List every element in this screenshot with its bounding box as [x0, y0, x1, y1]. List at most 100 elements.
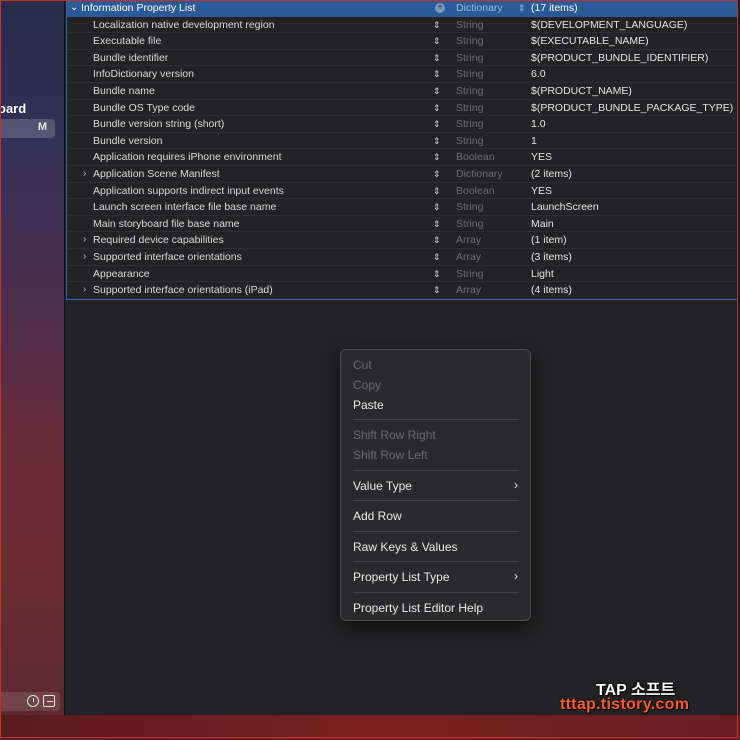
plist-value[interactable]: (3 items) [531, 249, 572, 266]
key-stepper-icon[interactable]: ⇕ [433, 66, 440, 83]
key-stepper-icon[interactable]: ⇕ [433, 33, 440, 50]
plist-value[interactable]: YES [531, 149, 552, 166]
key-stepper-icon[interactable]: ⇕ [433, 266, 440, 283]
plist-key[interactable]: Application supports indirect input even… [93, 183, 284, 200]
plist-key[interactable]: Bundle OS Type code [93, 100, 195, 117]
menu-item-copy[interactable]: Copy [353, 378, 381, 392]
chevron-right-icon[interactable]: › [83, 232, 86, 249]
recent-files-icon[interactable] [27, 695, 39, 707]
menu-item-paste[interactable]: Paste [353, 398, 384, 412]
key-stepper-icon[interactable]: ⇕ [433, 50, 440, 67]
plist-key[interactable]: Application requires iPhone environment [93, 149, 282, 166]
plist-row[interactable]: Launch screen interface file base name ⇕ S… [67, 199, 737, 216]
key-stepper-icon[interactable]: ⇕ [433, 17, 440, 34]
key-stepper-icon[interactable]: ⇕ [433, 249, 440, 266]
plist-type[interactable]: String [456, 266, 483, 283]
key-stepper-icon[interactable]: ⇕ [433, 133, 440, 150]
plist-type[interactable]: Array [456, 282, 481, 299]
plist-type[interactable]: String [456, 116, 483, 133]
menu-item-shift-row-left[interactable]: Shift Row Left [353, 448, 428, 462]
plist-row[interactable]: › Supported interface orientations (iPad)… [67, 282, 737, 299]
plist-type[interactable]: Boolean [456, 149, 495, 166]
plist-row[interactable]: Appearance ⇕ String Light [67, 266, 737, 283]
menu-item-editor-help[interactable]: Property List Editor Help [353, 601, 483, 615]
plist-row[interactable]: Localization native development region ⇕ S… [67, 17, 737, 34]
menu-item-add-row[interactable]: Add Row [353, 509, 402, 523]
plist-key[interactable]: Launch screen interface file base name [93, 199, 276, 216]
plist-key[interactable]: Executable file [93, 33, 161, 50]
menu-item-raw-keys-values[interactable]: Raw Keys & Values [353, 540, 458, 554]
plist-row[interactable]: Bundle identifier ⇕ String $(PRODUCT_BUNDLE… [67, 50, 737, 67]
menu-item-value-type[interactable]: Value Type [353, 479, 412, 493]
root-row[interactable]: ⌄ Information Property List + Dictionary… [67, 0, 737, 17]
plist-key[interactable]: Localization native development region [93, 17, 275, 34]
plist-type[interactable]: Dictionary [456, 166, 503, 183]
plist-key[interactable]: Supported interface orientations [93, 249, 242, 266]
plist-row[interactable]: Application supports indirect input even… [67, 183, 737, 200]
add-row-icon[interactable]: + [435, 3, 445, 13]
plist-row[interactable]: › Supported interface orientations ⇕ Array (… [67, 249, 737, 266]
plist-row[interactable]: › Application Scene Manifest ⇕ Dictionary (2… [67, 166, 737, 183]
plist-key[interactable]: Bundle version string (short) [93, 116, 224, 133]
key-stepper-icon[interactable]: ⇕ [433, 282, 440, 299]
plist-key[interactable]: InfoDictionary version [93, 66, 194, 83]
plist-key[interactable]: Appearance [93, 266, 150, 283]
key-stepper-icon[interactable]: ⇕ [433, 216, 440, 233]
key-stepper-icon[interactable]: ⇕ [433, 149, 440, 166]
key-stepper-icon[interactable]: ⇕ [433, 116, 440, 133]
plist-key[interactable]: Required device capabilities [93, 232, 224, 249]
plist-type[interactable]: String [456, 83, 483, 100]
plist-value[interactable]: (1 item) [531, 232, 567, 249]
plist-key[interactable]: Application Scene Manifest [93, 166, 220, 183]
plist-row[interactable]: › Required device capabilities ⇕ Array (1 it… [67, 232, 737, 249]
key-stepper-icon[interactable]: ⇕ [433, 183, 440, 200]
plist-key[interactable]: Main storyboard file base name [93, 216, 240, 233]
type-stepper-icon[interactable]: ⇕ [518, 0, 525, 17]
plist-type[interactable]: Array [456, 232, 481, 249]
plist-row[interactable]: Application requires iPhone environment ⇕… [67, 149, 737, 166]
plist-value[interactable]: $(PRODUCT_BUNDLE_IDENTIFIER) [531, 50, 708, 67]
plist-type[interactable]: String [456, 199, 483, 216]
plist-value[interactable]: $(PRODUCT_BUNDLE_PACKAGE_TYPE) [531, 100, 733, 117]
plist-value[interactable]: 1.0 [531, 116, 546, 133]
plist-type[interactable]: String [456, 100, 483, 117]
plist-value[interactable]: (2 items) [531, 166, 572, 183]
plist-value[interactable]: 1 [531, 133, 537, 150]
plist-value[interactable]: $(EXECUTABLE_NAME) [531, 33, 649, 50]
plist-value[interactable]: YES [531, 183, 552, 200]
plist-row[interactable]: Executable file ⇕ String $(EXECUTABLE_NAME) [67, 33, 737, 50]
plist-value[interactable]: $(PRODUCT_NAME) [531, 83, 632, 100]
plist-key[interactable]: Bundle version [93, 133, 162, 150]
plist-type[interactable]: Boolean [456, 183, 495, 200]
key-stepper-icon[interactable]: ⇕ [433, 100, 440, 117]
menu-item-property-list-type[interactable]: Property List Type [353, 570, 450, 584]
chevron-right-icon[interactable]: › [83, 282, 86, 299]
key-stepper-icon[interactable]: ⇕ [433, 83, 440, 100]
plist-row[interactable]: Bundle name ⇕ String $(PRODUCT_NAME) [67, 83, 737, 100]
plist-type[interactable]: String [456, 50, 483, 67]
chevron-right-icon[interactable]: › [83, 166, 86, 183]
root-type[interactable]: Dictionary [456, 0, 503, 17]
plist-type[interactable]: String [456, 33, 483, 50]
plist-row[interactable]: InfoDictionary version ⇕ String 6.0 [67, 66, 737, 83]
plist-type[interactable]: String [456, 66, 483, 83]
key-stepper-icon[interactable]: ⇕ [433, 232, 440, 249]
chevron-down-icon[interactable]: ⌄ [70, 0, 78, 17]
plist-row[interactable]: Bundle version string (short) ⇕ String 1.0 [67, 116, 737, 133]
source-control-filter-icon[interactable] [43, 695, 55, 707]
plist-row[interactable]: Bundle version ⇕ String 1 [67, 133, 737, 150]
plist-value[interactable]: Main [531, 216, 554, 233]
plist-type[interactable]: String [456, 133, 483, 150]
chevron-right-icon[interactable]: › [83, 249, 86, 266]
plist-type[interactable]: String [456, 17, 483, 34]
plist-type[interactable]: String [456, 216, 483, 233]
menu-item-cut[interactable]: Cut [353, 358, 372, 372]
plist-value[interactable]: Light [531, 266, 554, 283]
plist-key[interactable]: Bundle identifier [93, 50, 168, 67]
sidebar-selected-file[interactable]: M [0, 119, 55, 138]
key-stepper-icon[interactable]: ⇕ [433, 166, 440, 183]
plist-value[interactable]: LaunchScreen [531, 199, 599, 216]
plist-key[interactable]: Supported interface orientations (iPad) [93, 282, 273, 299]
plist-row[interactable]: Bundle OS Type code ⇕ String $(PRODUCT_BUND… [67, 100, 737, 117]
plist-value[interactable]: $(DEVELOPMENT_LANGUAGE) [531, 17, 687, 34]
